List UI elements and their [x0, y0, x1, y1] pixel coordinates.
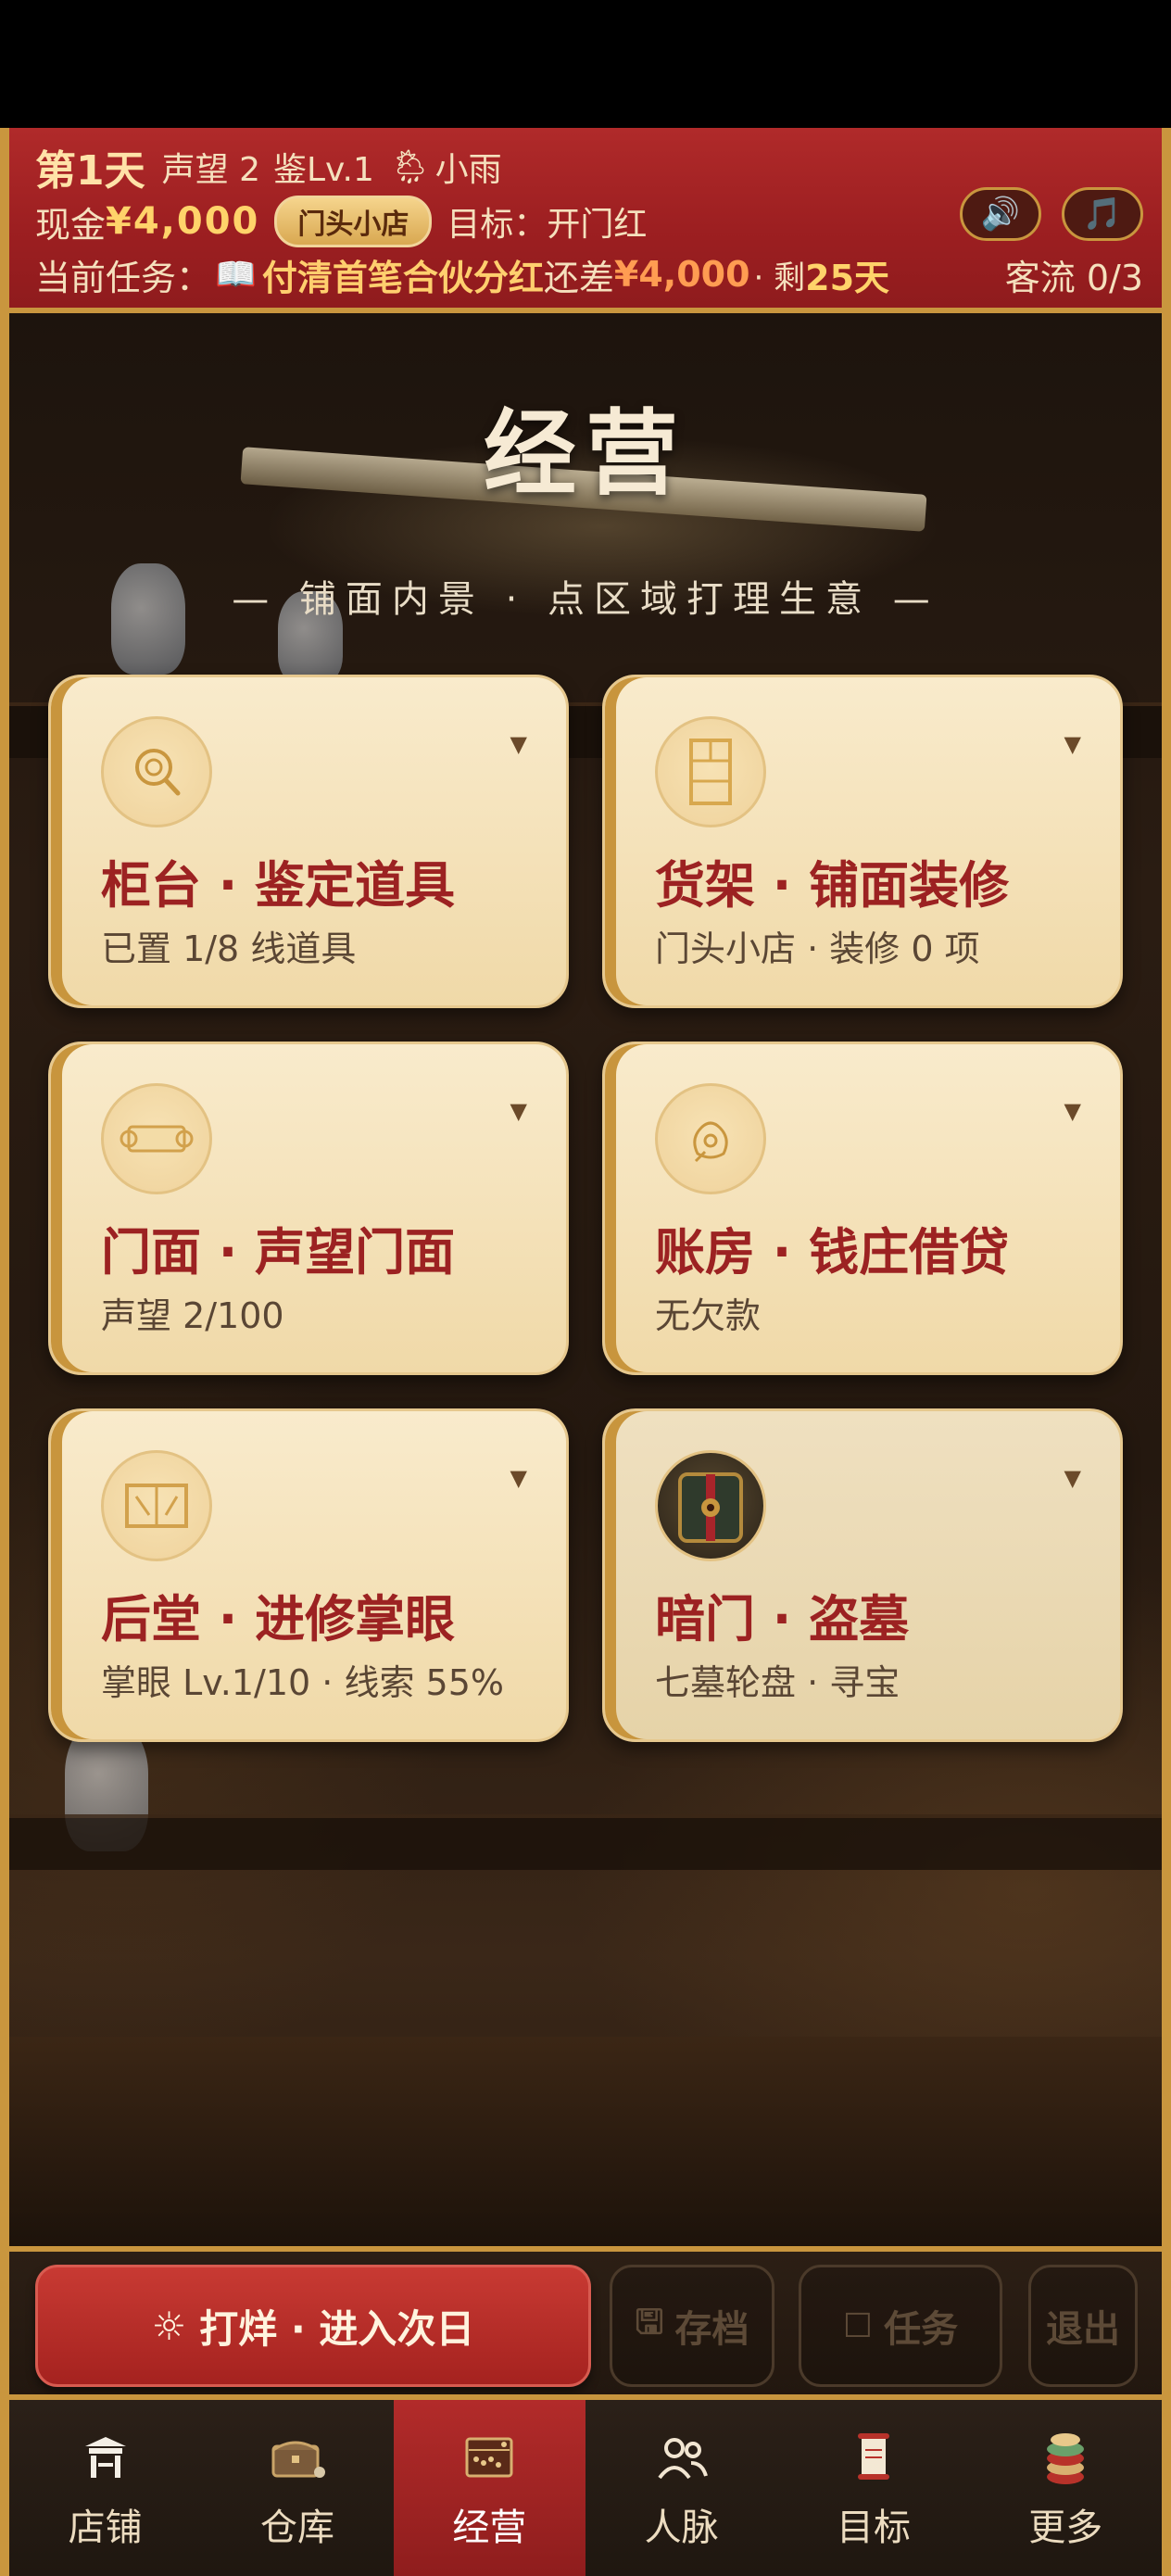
save-button[interactable]: 🖫 存档: [610, 2265, 774, 2387]
task-remaining-label: · 剩: [753, 259, 806, 297]
card-title: 账房 · 钱庄借贷: [655, 1223, 1010, 1282]
cash-label: 现金: [35, 204, 107, 246]
hud-row-cash: 现金 ¥4,000 门头小店 目标：开门红: [35, 196, 648, 247]
reputation-stat: 声望 2: [161, 151, 260, 189]
card-title: 门面 · 声望门面: [101, 1223, 456, 1282]
book-icon: [101, 1450, 212, 1561]
people-icon: [649, 2425, 714, 2490]
card-title: 暗门 · 盗墓: [655, 1590, 910, 1648]
cabinet-icon: [655, 716, 766, 827]
card-subtitle: 门头小店 · 装修 0 项: [655, 928, 980, 969]
magnifier-coin-icon: [101, 716, 212, 827]
top-hud: 第1天 声望 2 鉴Lv.1 🌦 小雨 现金 ¥4,000 门头小店 目标：开门…: [0, 128, 1171, 313]
shelf-renovation-card[interactable]: ▼ 货架 · 铺面装修 门头小店 · 装修 0 项: [602, 675, 1123, 1008]
cash-value: ¥4,000: [106, 200, 260, 243]
nav-tab-contacts[interactable]: 人脉: [586, 2400, 777, 2576]
nav-tab-warehouse[interactable]: 仓库: [201, 2400, 393, 2576]
save-icon: 🖫: [635, 2303, 664, 2342]
close-shop-next-day-button[interactable]: ☼ 打烊 · 进入次日: [35, 2265, 591, 2387]
chevron-down-icon: ▼: [1064, 1098, 1081, 1124]
music-note-icon: 🎵: [1082, 196, 1123, 233]
scroll-icon: [101, 1083, 212, 1194]
sound-toggle-button[interactable]: 🔊: [960, 187, 1041, 241]
music-toggle-button[interactable]: 🎵: [1062, 187, 1143, 241]
weather-icon: 🌦: [388, 148, 432, 186]
card-title: 货架 · 铺面装修: [655, 856, 1010, 915]
warehouse-chest-icon: [265, 2425, 330, 2490]
exit-label: 退出: [1046, 2308, 1120, 2351]
bottom-nav: 店铺 仓库 经营 人脉 目标 更多: [0, 2394, 1171, 2576]
nav-label: 人脉: [644, 2507, 719, 2549]
nav-tab-business[interactable]: 经营: [393, 2400, 586, 2576]
treasure-chest-icon: [655, 1450, 766, 1561]
card-subtitle: 声望 2/100: [101, 1295, 284, 1336]
task-shortfall-value: ¥4,000: [613, 254, 750, 295]
hud-row-task[interactable]: 当前任务： 📖 付清首笔合伙分红 还差 ¥4,000 · 剩 25天: [35, 248, 889, 300]
tasks-button[interactable]: ☐ 任务: [799, 2265, 1002, 2387]
card-title: 柜台 · 鉴定道具: [101, 856, 456, 915]
card-title: 后堂 · 进修掌眼: [101, 1590, 456, 1648]
shop-icon: [73, 2425, 138, 2490]
chevron-down-icon: ▼: [1064, 731, 1081, 757]
task-remaining-days: 25天: [805, 257, 890, 298]
task-name: 付清首笔合伙分红: [261, 257, 544, 298]
hud-audio-controls: 🔊 🎵: [939, 187, 1143, 241]
nav-label: 仓库: [259, 2507, 334, 2549]
task-shortfall-label: 还差: [543, 257, 614, 298]
save-label: 存档: [674, 2308, 749, 2351]
target-scroll-icon: [841, 2425, 906, 2490]
shop-interior-scene: 经营 — 铺面内景 · 点区域打理生意 — ▼ 柜台 · 鉴定道具 已置 1/8…: [0, 313, 1171, 2246]
abacus-icon: [457, 2425, 522, 2490]
nav-label: 目标: [836, 2507, 911, 2549]
visitor-counter-wrap: 客流 0/3: [1005, 248, 1143, 300]
appraisal-level: 鉴Lv.1: [272, 151, 374, 189]
chevron-down-icon: ▼: [510, 1098, 527, 1124]
storefront-reputation-card[interactable]: ▼ 门面 · 声望门面 声望 2/100: [48, 1042, 569, 1375]
task-label: 当前任务：: [35, 257, 212, 298]
nav-label: 更多: [1028, 2507, 1103, 2549]
secret-door-tomb-card[interactable]: ▼ 暗门 · 盗墓 七墓轮盘 · 寻宝: [602, 1408, 1123, 1742]
chevron-down-icon: ▼: [510, 731, 527, 757]
day-counter: 第1天: [35, 147, 145, 195]
status-bar: [0, 0, 1171, 128]
exit-button[interactable]: 退出: [1028, 2265, 1138, 2387]
weather-label: 小雨: [434, 151, 502, 189]
accounting-loan-card[interactable]: ▼ 账房 · 钱庄借贷 无欠款: [602, 1042, 1123, 1375]
backroom-training-card[interactable]: ▼ 后堂 · 进修掌眼 掌眼 Lv.1/10 · 线索 55%: [48, 1408, 569, 1742]
wooden-desk: [9, 2037, 1162, 2246]
goal-text: 目标：开门红: [447, 206, 648, 244]
card-subtitle: 七墓轮盘 · 寻宝: [655, 1662, 900, 1703]
nav-tab-more[interactable]: 更多: [970, 2400, 1162, 2576]
nav-tab-shop[interactable]: 店铺: [9, 2400, 201, 2576]
sun-icon: ☼: [151, 2303, 187, 2349]
speaker-icon: 🔊: [980, 196, 1021, 233]
page-title: 经营: [484, 398, 687, 508]
nav-label: 店铺: [68, 2507, 143, 2549]
chevron-down-icon: ▼: [1064, 1465, 1081, 1491]
card-subtitle: 掌眼 Lv.1/10 · 线索 55%: [101, 1662, 504, 1703]
page-subtitle: — 铺面内景 · 点区域打理生意 —: [232, 578, 939, 621]
shop-level-badge: 门头小店: [274, 196, 433, 247]
card-subtitle: 无欠款: [655, 1295, 762, 1336]
tasks-label: 任务: [884, 2308, 959, 2351]
card-subtitle: 已置 1/8 线道具: [101, 928, 357, 969]
nav-label: 经营: [452, 2507, 527, 2549]
money-bag-icon: [655, 1083, 766, 1194]
task-book-icon: 📖: [215, 256, 257, 294]
lower-shelf: [9, 1814, 1162, 1870]
task-checkbox-icon: ☐: [842, 2306, 874, 2345]
counter-appraisal-card[interactable]: ▼ 柜台 · 鉴定道具 已置 1/8 线道具: [48, 675, 569, 1008]
next-day-label: 打烊 · 进入次日: [199, 2305, 475, 2352]
chevron-down-icon: ▼: [510, 1465, 527, 1491]
visitor-counter: 客流 0/3: [1004, 257, 1143, 298]
hud-row-status: 第1天 声望 2 鉴Lv.1 🌦 小雨: [35, 141, 502, 195]
action-bar: ☼ 打烊 · 进入次日 🖫 存档 ☐ 任务 退出: [0, 2246, 1171, 2394]
nav-tab-goals[interactable]: 目标: [777, 2400, 969, 2576]
more-coins-icon: [1033, 2425, 1098, 2490]
